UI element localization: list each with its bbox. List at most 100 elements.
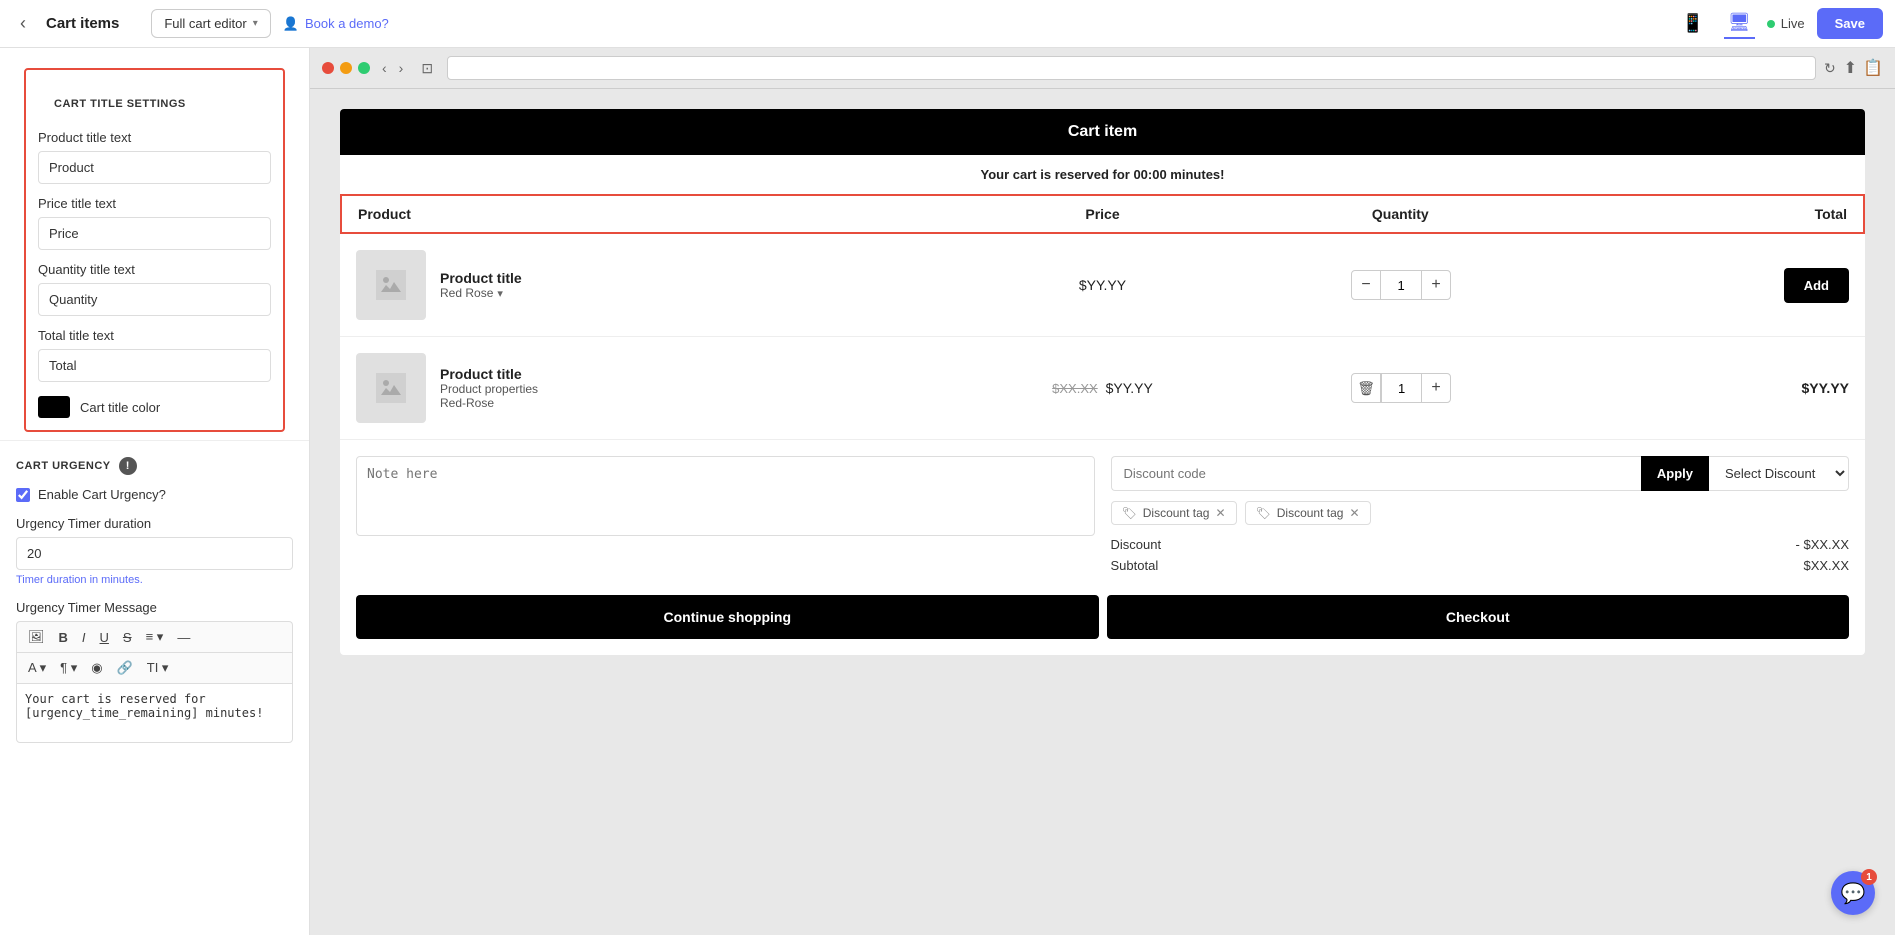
book-demo-button[interactable]: 👤 Book a demo? <box>283 16 389 32</box>
subtotal-label: Subtotal <box>1111 558 1159 573</box>
item-total-2: $YY.YY <box>1550 380 1849 396</box>
discount-code-input[interactable] <box>1111 456 1641 491</box>
discount-tag-1: 🏷 Discount tag ✕ <box>1111 501 1237 525</box>
discount-summary-row: Discount - $XX.XX <box>1111 537 1850 552</box>
qty-input-1[interactable] <box>1381 270 1421 300</box>
qty-plus-2[interactable]: + <box>1421 373 1451 403</box>
item-product-1: Product title Red Rose ▾ <box>356 250 953 320</box>
qty-minus-1[interactable]: − <box>1351 270 1381 300</box>
urgency-message-textarea[interactable]: Your cart is reserved for [urgency_time_… <box>16 683 293 743</box>
discount-row: Apply Select Discount <box>1111 456 1850 491</box>
font-color-btn[interactable]: A ▾ <box>23 657 51 679</box>
qty-input-2[interactable] <box>1381 373 1421 403</box>
discount-tag-2: 🏷 Discount tag ✕ <box>1245 501 1371 525</box>
urgency-timer-input[interactable] <box>16 537 293 570</box>
chat-bubble[interactable]: 💬 1 <box>1831 871 1875 915</box>
discount-amount: - $XX.XX <box>1796 537 1849 552</box>
total-title-input[interactable] <box>38 349 271 382</box>
desktop-icon[interactable]: 🖥 <box>1724 8 1755 39</box>
note-textarea[interactable] <box>356 456 1095 536</box>
quantity-column-header: Quantity <box>1251 206 1549 222</box>
variant-dropdown-1[interactable]: ▾ <box>497 287 503 300</box>
reload-btn[interactable]: ↻ <box>1824 60 1836 77</box>
minimize-traffic-light[interactable] <box>340 62 352 74</box>
live-dot <box>1767 20 1775 28</box>
item-price-1: $YY.YY <box>953 277 1252 293</box>
browser-chrome: ‹ › ⊡ ↻ ⬆ 📋 <box>310 48 1895 89</box>
price-title-input[interactable] <box>38 217 271 250</box>
enable-urgency-checkbox[interactable] <box>16 488 30 502</box>
forward-nav-btn[interactable]: › <box>395 58 408 78</box>
save-button[interactable]: Save <box>1817 8 1883 39</box>
product-column-header: Product <box>358 206 954 222</box>
price-column-header: Price <box>954 206 1252 222</box>
delete-button-2[interactable]: 🗑 <box>1351 373 1381 403</box>
main-layout: CART TITLE SETTINGS Product title text P… <box>0 48 1895 935</box>
maximize-traffic-light[interactable] <box>358 62 370 74</box>
cart-actions: Continue shopping Checkout <box>340 595 1865 655</box>
product-title-input[interactable] <box>38 151 271 184</box>
mobile-icon[interactable]: 📱 <box>1677 9 1707 38</box>
quantity-title-input[interactable] <box>38 283 271 316</box>
window-toggle-btn[interactable]: ⊡ <box>415 58 439 79</box>
tag-icon-1: 🏷 <box>1122 506 1137 520</box>
back-nav-btn[interactable]: ‹ <box>378 58 391 78</box>
checkout-button[interactable]: Checkout <box>1107 595 1850 639</box>
cart-item-2: Product title Product properties Red-Ros… <box>340 337 1865 440</box>
item-name-1: Product title <box>440 270 522 286</box>
discount-tag-close-2[interactable]: ✕ <box>1349 506 1359 520</box>
add-button-1[interactable]: Add <box>1784 268 1849 303</box>
item-price-strikethrough-2: $XX.XX <box>1052 381 1098 396</box>
bold-btn[interactable]: B <box>54 627 73 648</box>
strikethrough-btn[interactable]: S <box>118 627 137 648</box>
tag-icon-2: 🏷 <box>1256 506 1271 520</box>
bookmark-btn[interactable]: 📋 <box>1863 58 1883 78</box>
total-title-label: Total title text <box>38 328 271 343</box>
browser-actions: ⬆ 📋 <box>1844 58 1883 78</box>
enable-urgency-row: Enable Cart Urgency? <box>16 487 293 502</box>
chat-badge: 1 <box>1861 869 1877 885</box>
product-title-label: Product title text <box>38 130 271 145</box>
color-swatch[interactable] <box>38 396 70 418</box>
urgency-header: CART URGENCY ! <box>16 457 293 475</box>
product-thumbnail-1 <box>356 250 426 320</box>
align-btn[interactable]: ≡ ▾ <box>141 626 169 648</box>
cart-title-color-row: Cart title color <box>38 396 271 418</box>
url-bar[interactable] <box>447 56 1816 80</box>
info-icon[interactable]: ! <box>119 457 137 475</box>
urgency-timer-label: Urgency Timer duration <box>16 516 293 531</box>
discount-tag-label-1: Discount tag <box>1143 506 1210 520</box>
rule-btn[interactable]: — <box>172 627 195 648</box>
paragraph-btn[interactable]: ¶ ▾ <box>55 657 82 679</box>
chat-icon: 💬 <box>1841 881 1866 906</box>
text-format-btn[interactable]: TI ▾ <box>142 657 174 679</box>
link-btn[interactable]: 🔗 <box>112 657 138 679</box>
cart-title-settings-section: CART TITLE SETTINGS Product title text P… <box>24 68 285 432</box>
discount-tags: 🏷 Discount tag ✕ 🏷 Discount tag ✕ <box>1111 501 1850 525</box>
close-traffic-light[interactable] <box>322 62 334 74</box>
underline-btn[interactable]: U <box>95 627 114 648</box>
select-discount-dropdown[interactable]: Select Discount <box>1709 456 1849 491</box>
qty-plus-1[interactable]: + <box>1421 270 1451 300</box>
content-area: ‹ › ⊡ ↻ ⬆ 📋 Cart item Your cart is reser… <box>310 48 1895 935</box>
timer-helper-text: Timer duration in minutes. <box>16 574 293 586</box>
apply-button[interactable]: Apply <box>1641 456 1709 491</box>
cart-editor-dropdown[interactable]: Full cart editor ▾ <box>151 9 270 38</box>
discount-tag-label-2: Discount tag <box>1277 506 1344 520</box>
discount-tag-close-1[interactable]: ✕ <box>1215 506 1225 520</box>
back-button[interactable]: ‹ <box>12 9 34 38</box>
share-btn[interactable]: ⬆ <box>1844 58 1857 78</box>
subtotal-summary-row: Subtotal $XX.XX <box>1111 558 1850 573</box>
total-column-header: Total <box>1549 206 1847 222</box>
item-qty-1: − + <box>1252 270 1551 300</box>
quantity-title-label: Quantity title text <box>38 262 271 277</box>
highlight-btn[interactable]: ◉ <box>86 657 107 679</box>
italic-btn[interactable]: I <box>77 627 91 648</box>
discount-area: Apply Select Discount 🏷 Discount tag ✕ 🏷 <box>1111 456 1850 579</box>
price-title-label: Price title text <box>38 196 271 211</box>
person-icon: 👤 <box>283 16 299 32</box>
item-variant-2b: Red-Rose <box>440 396 538 410</box>
image-btn[interactable]: 🖼 <box>23 626 50 648</box>
continue-shopping-button[interactable]: Continue shopping <box>356 595 1099 639</box>
cart-reserved-text: Your cart is reserved for 00:00 minutes! <box>340 155 1865 194</box>
